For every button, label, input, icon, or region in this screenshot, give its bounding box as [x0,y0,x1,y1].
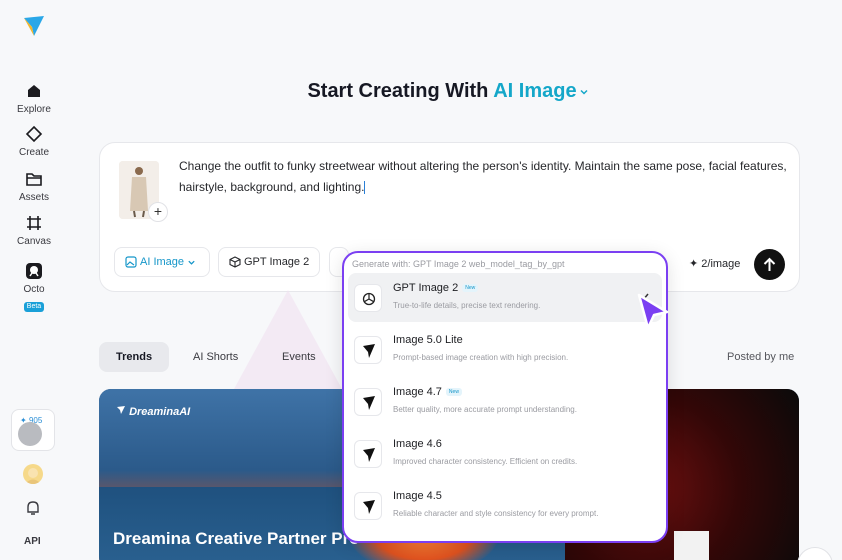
canvas-grid-icon [27,216,41,230]
dreamina-model-icon [354,440,382,468]
send-button[interactable] [754,249,785,280]
sidebar-item-assets[interactable]: Assets [0,170,68,203]
sparkle-icon [25,125,43,143]
model-option-image-5-0-lite[interactable]: Image 5.0 Lite Prompt-based image creati… [348,325,662,374]
octo-icon [26,263,42,279]
model-option-name: Image 5.0 Lite [393,334,463,346]
image-icon [125,256,137,268]
avatar[interactable] [23,464,43,484]
tab-ai-shorts[interactable]: AI Shorts [176,342,255,372]
model-option-description: Reliable character and style consistency… [393,509,599,518]
model-option-name: Image 4.5 [393,490,442,502]
model-option-gpt-image-2[interactable]: GPT Image 2 New True-to-life details, pre… [348,273,662,322]
sidebar-item-label: Canvas [17,236,51,247]
mode-selector-label: AI Image [493,80,577,102]
mode-chip-label: AI Image [140,256,185,268]
page-title: Start Creating With AI Image [0,80,842,103]
openai-icon [354,284,382,312]
new-badge: New [445,388,462,397]
pointer-cursor-icon [637,293,669,330]
banner-brand-text: DreaminaAI [129,406,191,418]
model-option-image-4-5[interactable]: Image 4.5 Reliable character and style c… [348,481,662,530]
dreamina-logo-icon[interactable] [22,14,46,38]
sidebar-item-canvas[interactable]: Canvas [0,214,68,247]
dreamina-model-icon [354,492,382,520]
tab-trends[interactable]: Trends [99,342,170,372]
avatar-face-icon [25,468,41,484]
model-option-description: Improved character consistency. Efficien… [393,457,578,466]
tab-events[interactable]: Events [265,342,333,372]
banner-product-box [674,531,709,560]
sidebar-item-label: Explore [17,104,51,115]
chevron-down-icon [580,89,588,95]
banner-brand: DreaminaAI [116,405,190,418]
sidebar-item-label: Assets [18,192,49,203]
posted-by-me-filter[interactable]: Posted by me [727,351,794,363]
banner-title: Dreamina Creative Partner Pro [113,529,360,548]
api-link[interactable]: API [24,536,41,547]
cube-icon [229,256,241,268]
model-option-description: True-to-life details, precise text rende… [393,301,541,310]
model-option-image-4-6[interactable]: Image 4.6 Improved character consistency… [348,429,662,478]
new-badge: New [462,284,479,293]
model-option-description: Prompt-based image creation with high pr… [393,353,569,362]
model-option-name: Image 4.6 [393,438,442,450]
model-option-image-4-7[interactable]: Image 4.7 New Better quality, more accura… [348,377,662,426]
help-button[interactable] [797,547,833,560]
model-dropdown[interactable]: Generate with: GPT Image 2 web_model_tag… [342,251,668,543]
model-option-name: GPT Image 2 New [393,282,479,294]
chevron-down-icon [188,260,195,265]
credits-widget[interactable]: ✦ 905 [11,409,55,451]
dreamina-model-icon [354,388,382,416]
loading-indicator [18,422,42,446]
bell-icon[interactable] [24,499,42,517]
mode-chip[interactable]: AI Image [114,247,211,277]
sidebar-item-label: Octo [23,284,45,295]
prompt-input[interactable]: Change the outfit to funky streetwear wi… [179,156,797,198]
model-option-description: Better quality, more accurate prompt und… [393,405,577,414]
dreamina-model-icon [354,336,382,364]
mode-selector[interactable]: AI Image [493,80,588,102]
prompt-text: Change the outfit to funky streetwear wi… [179,159,787,194]
add-image-button[interactable]: + [148,202,168,222]
model-option-name: Image 4.7 New [393,386,462,398]
sidebar-item-create[interactable]: Create [0,125,68,158]
model-chip-label: GPT Image 2 [244,256,310,268]
page-title-prefix: Start Creating With [307,80,494,102]
dropdown-header: Generate with: GPT Image 2 web_model_tag… [352,259,565,269]
cost-label: ✦ 2/image [689,258,741,270]
sidebar-item-label: Create [18,147,49,158]
text-caret [364,181,366,195]
folder-icon [26,173,42,186]
beta-badge: Beta [23,302,45,312]
arrow-up-icon [763,257,776,271]
dreamina-logo-icon [117,406,125,414]
sidebar-item-octo[interactable]: Octo Beta [0,262,68,313]
model-chip[interactable]: GPT Image 2 [218,247,321,277]
